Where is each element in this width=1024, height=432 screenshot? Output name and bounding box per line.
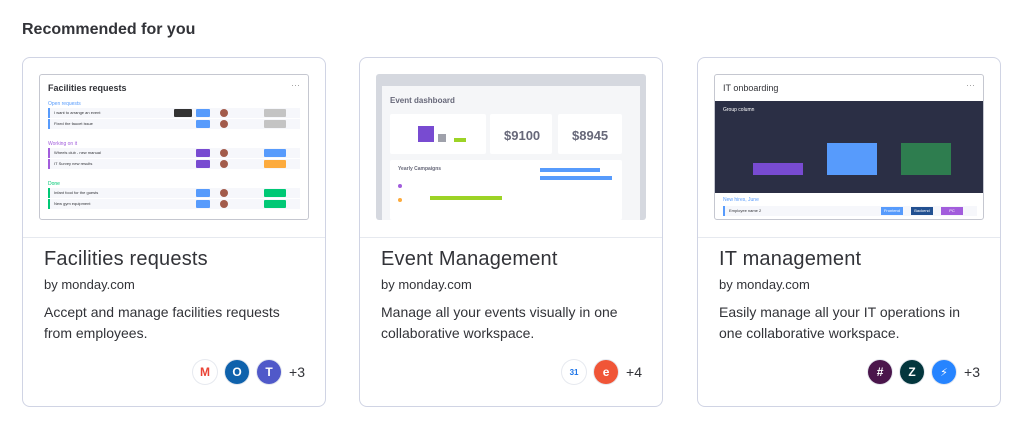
chart-title: Group column xyxy=(723,107,755,113)
jira-service-icon: ⚡ xyxy=(932,360,957,384)
integration-icons: 31 e +4 xyxy=(562,360,642,384)
integration-icons: M O T +3 xyxy=(193,360,305,384)
card-description: Accept and manage facilities requests fr… xyxy=(44,304,280,341)
thumb-menu-icon: ··· xyxy=(291,80,300,90)
template-card-it-management[interactable]: IT onboarding ··· Group column New hires… xyxy=(697,57,1001,407)
section-title: Recommended for you xyxy=(22,21,196,38)
thumb-row: I want to arrange an event xyxy=(48,108,300,118)
card-thumbnail-area: IT onboarding ··· Group column New hires… xyxy=(698,58,1000,238)
group-label: Open requests xyxy=(48,101,81,107)
chart-panel: Group column xyxy=(715,101,983,193)
outlook-icon: O xyxy=(225,360,250,384)
timeline-title: Yearly Campaigns xyxy=(398,166,442,172)
thumb-group-done: Done Infant food for the guests New gym … xyxy=(48,181,300,209)
thumb-group-open: Open requests I want to arrange an event… xyxy=(48,101,300,129)
thumb-row: Fixed the faucet issue xyxy=(48,119,300,129)
card-thumbnail-area: Facilities requests ··· Open requests I … xyxy=(23,58,325,238)
thumb-menu-icon: ··· xyxy=(966,80,975,90)
zendesk-icon: Z xyxy=(900,360,925,384)
card-author: by monday.com xyxy=(719,277,810,292)
integration-icons: # Z ⚡ +3 xyxy=(868,360,980,384)
spent-number: $8945 xyxy=(572,128,609,143)
thumb-header: IT onboarding xyxy=(723,83,779,93)
thumb-row: IT Survey new results xyxy=(48,159,300,169)
thumb-row: Employee name 2 Frontend Backend PC xyxy=(723,206,977,216)
group-label: Done xyxy=(48,181,60,187)
card-description: Easily manage all your IT operations in … xyxy=(719,304,960,341)
template-card-facilities[interactable]: Facilities requests ··· Open requests I … xyxy=(22,57,326,407)
more-integrations-count: +3 xyxy=(289,364,305,380)
budget-number: $9100 xyxy=(504,128,541,143)
slack-icon: # xyxy=(868,360,893,384)
google-calendar-icon: 31 xyxy=(562,360,587,384)
facilities-thumbnail: Facilities requests ··· Open requests I … xyxy=(39,74,309,220)
bar-chart-widget xyxy=(390,114,486,154)
teams-icon: T xyxy=(257,360,282,384)
card-author: by monday.com xyxy=(381,277,472,292)
more-integrations-count: +4 xyxy=(626,364,642,380)
it-thumbnail: IT onboarding ··· Group column New hires… xyxy=(714,74,984,220)
group-label: New hires, June xyxy=(723,197,759,203)
card-thumbnail-area: Event dashboard $9100 $8945 Yearly Campa… xyxy=(360,58,662,238)
group-label: Working on it xyxy=(48,141,78,147)
card-author: by monday.com xyxy=(44,277,135,292)
thumb-row: Wheels club - new manual xyxy=(48,148,300,158)
card-description: Manage all your events visually in one c… xyxy=(381,304,618,341)
thumb-group-working: Working on it Wheels club - new manual I… xyxy=(48,141,300,169)
template-card-event-management[interactable]: Event dashboard $9100 $8945 Yearly Campa… xyxy=(359,57,663,407)
thumb-row: Infant food for the guests xyxy=(48,188,300,198)
more-integrations-count: +3 xyxy=(964,364,980,380)
card-title[interactable]: Facilities requests xyxy=(44,248,208,271)
card-title[interactable]: Event Management xyxy=(381,248,558,271)
eventbrite-icon: e xyxy=(594,360,619,384)
card-title[interactable]: IT management xyxy=(719,248,861,271)
event-thumbnail: Event dashboard $9100 $8945 Yearly Campa… xyxy=(376,74,646,220)
thumb-header: Event dashboard xyxy=(390,96,455,105)
thumb-header: Facilities requests xyxy=(48,83,127,93)
gmail-icon: M xyxy=(193,360,218,384)
thumb-row: New gym equipment xyxy=(48,199,300,209)
timeline-widget: Yearly Campaigns xyxy=(390,160,622,220)
